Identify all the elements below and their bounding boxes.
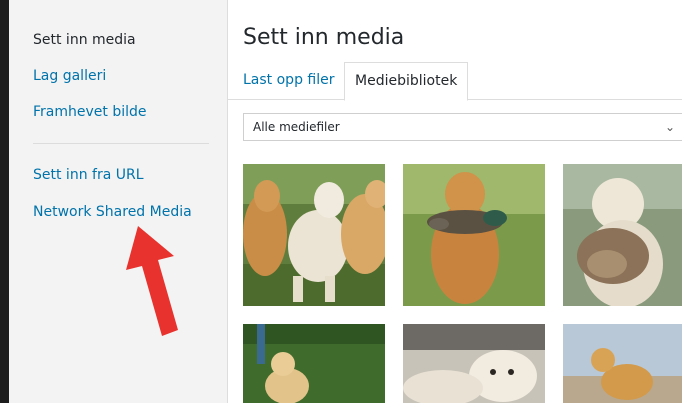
white-retriever-with-bird-photo-icon	[563, 164, 682, 306]
chevron-down-icon: ⌄	[665, 120, 676, 134]
golden-retriever-with-duck-photo-icon	[403, 164, 545, 306]
media-thumbnail[interactable]	[243, 164, 385, 306]
media-thumbnail[interactable]	[563, 324, 682, 403]
sidebar-item-featured-image[interactable]: Framhevet bilde	[33, 103, 147, 121]
tab-upload-files[interactable]: Last opp filer	[243, 62, 334, 99]
sidebar-item-insert-media[interactable]: Sett inn media	[33, 31, 136, 49]
media-filter-select[interactable]: Alle mediefiler ⌄	[243, 113, 682, 141]
window-left-edge	[0, 0, 9, 403]
sidebar-separator	[33, 143, 209, 144]
sidebar-item-insert-from-url[interactable]: Sett inn fra URL	[33, 166, 144, 184]
media-thumbnail[interactable]	[403, 164, 545, 306]
media-filter-value: Alle mediefiler	[253, 120, 340, 134]
media-thumbnail[interactable]	[243, 324, 385, 403]
white-retriever-lying-photo-icon	[403, 324, 545, 403]
red-arrow-annotation	[126, 226, 178, 336]
media-thumbnail[interactable]	[403, 324, 545, 403]
tab-media-library[interactable]: Mediebibliotek	[344, 62, 469, 101]
golden-retrievers-group-photo-icon	[243, 164, 385, 306]
labrador-beach-photo-icon	[563, 324, 682, 403]
media-thumbnail[interactable]	[563, 164, 682, 306]
sidebar-item-create-gallery[interactable]: Lag galleri	[33, 67, 106, 85]
media-modal-sidebar: Sett inn media Lag galleri Framhevet bil…	[9, 0, 228, 403]
sidebar-item-network-shared-media[interactable]: Network Shared Media	[33, 203, 192, 221]
media-modal-content: Sett inn media Last opp filer Mediebibli…	[228, 0, 682, 403]
golden-retriever-show-photo-icon	[243, 324, 385, 403]
page-title: Sett inn media	[243, 25, 405, 50]
